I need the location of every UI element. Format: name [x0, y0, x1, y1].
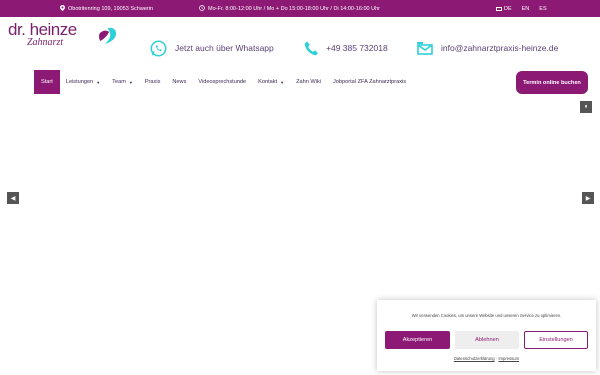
clock-icon [199, 4, 205, 13]
nav-item-leistungen[interactable]: Leistungen ▼ [60, 70, 106, 94]
chevron-down-icon: ▼ [96, 79, 101, 85]
accept-cookies-button[interactable]: Akzeptieren [385, 331, 450, 349]
nav-item-praxis[interactable]: Praxis [139, 70, 167, 94]
chevron-right-icon: ▶ [585, 195, 591, 202]
book-appointment-button[interactable]: Termin online buchen [516, 71, 588, 94]
hours-item: Mo-Fr. 8:00-12:00 Uhr / Mo + Do 15:00-18… [199, 0, 380, 17]
language-switcher: DE EN ES [496, 0, 547, 17]
cookie-settings-button[interactable]: Einstellungen [524, 331, 588, 349]
lang-es[interactable]: ES [539, 6, 546, 12]
nav-item-team[interactable]: Team ▼ [106, 70, 139, 94]
nav-item-jobportal-zfa-zahnarztpraxis[interactable]: Jobportal ZFA Zahnarztpraxis [327, 70, 412, 94]
location-pin-icon [60, 4, 65, 13]
nav-item-start[interactable]: Start [34, 70, 60, 94]
link-separator: · [495, 356, 498, 361]
logo-subtitle: Zahnarzt [27, 37, 64, 48]
nav-item-label: Start [41, 79, 53, 85]
whatsapp-contact[interactable]: Jetzt auch über Whatsapp [150, 37, 274, 59]
flag-icon [496, 6, 502, 11]
chevron-down-icon: ▼ [128, 79, 133, 85]
imprint-link[interactable]: Impressum [498, 356, 519, 361]
nav-item-news[interactable]: News [166, 70, 192, 94]
nav-item-label: Kontakt [258, 79, 278, 85]
slider-pause-button[interactable]: ⏸ [580, 101, 592, 113]
cookie-links: Datenschutzerklärung · Impressum [377, 356, 596, 361]
phone-contact[interactable]: +49 385 732018 [304, 37, 388, 59]
nav-item-label: Leistungen [65, 79, 94, 85]
chevron-left-icon: ◀ [10, 195, 16, 202]
lang-en[interactable]: EN [522, 6, 530, 12]
main-navigation: Start Leistungen ▼ Team ▼ Praxis News Videospre… [34, 70, 412, 94]
slider-prev-button[interactable]: ◀ [7, 192, 19, 204]
nav-item-videosprechstunde[interactable]: Videosprechstunde [192, 70, 252, 94]
email-icon [417, 41, 433, 55]
phone-text: +49 385 732018 [326, 43, 388, 53]
nav-item-label: News [172, 79, 187, 85]
phone-icon [304, 41, 318, 55]
email-contact[interactable]: info@zahnarztpraxis-heinze.de [417, 37, 558, 59]
nav-item-kontakt[interactable]: Kontakt ▼ [252, 70, 290, 94]
pause-icon: ⏸ [584, 103, 588, 110]
nav-item-label: Team [112, 79, 126, 85]
cookie-message: Wir verwenden Cookies, um unsere Website… [411, 313, 562, 318]
whatsapp-text: Jetzt auch über Whatsapp [175, 43, 274, 53]
email-text: info@zahnarztpraxis-heinze.de [441, 43, 559, 53]
top-info-bar: Obotritenring 109, 19053 Schwerin Mo-Fr.… [0, 0, 600, 17]
nav-item-label: Jobportal ZFA Zahnarztpraxis [333, 79, 407, 85]
chevron-down-icon: ▼ [280, 79, 285, 85]
nav-item-label: Praxis [144, 79, 161, 85]
lang-de[interactable]: DE [504, 6, 512, 12]
nav-item-label: Zahn Wiki [296, 79, 321, 85]
decline-cookies-button[interactable]: Ablehnen [455, 331, 519, 349]
privacy-policy-link[interactable]: Datenschutzerklärung [454, 356, 495, 361]
whatsapp-icon [150, 40, 167, 56]
address-text: Obotritenring 109, 19053 Schwerin [68, 5, 153, 12]
logo[interactable]: dr. heinze Zahnarzt [8, 20, 118, 52]
tooth-logo-icon [99, 27, 117, 44]
nav-item-zahn-wiki[interactable]: Zahn Wiki [290, 70, 327, 94]
nav-item-label: Videosprechstunde [198, 79, 247, 85]
address-item: Obotritenring 109, 19053 Schwerin [60, 0, 153, 17]
opening-hours-text: Mo-Fr. 8:00-12:00 Uhr / Mo + Do 15:00-18… [208, 5, 380, 12]
slider-next-button[interactable]: ▶ [582, 192, 594, 204]
cookie-consent-banner: Wir verwenden Cookies, um unsere Website… [377, 300, 596, 371]
